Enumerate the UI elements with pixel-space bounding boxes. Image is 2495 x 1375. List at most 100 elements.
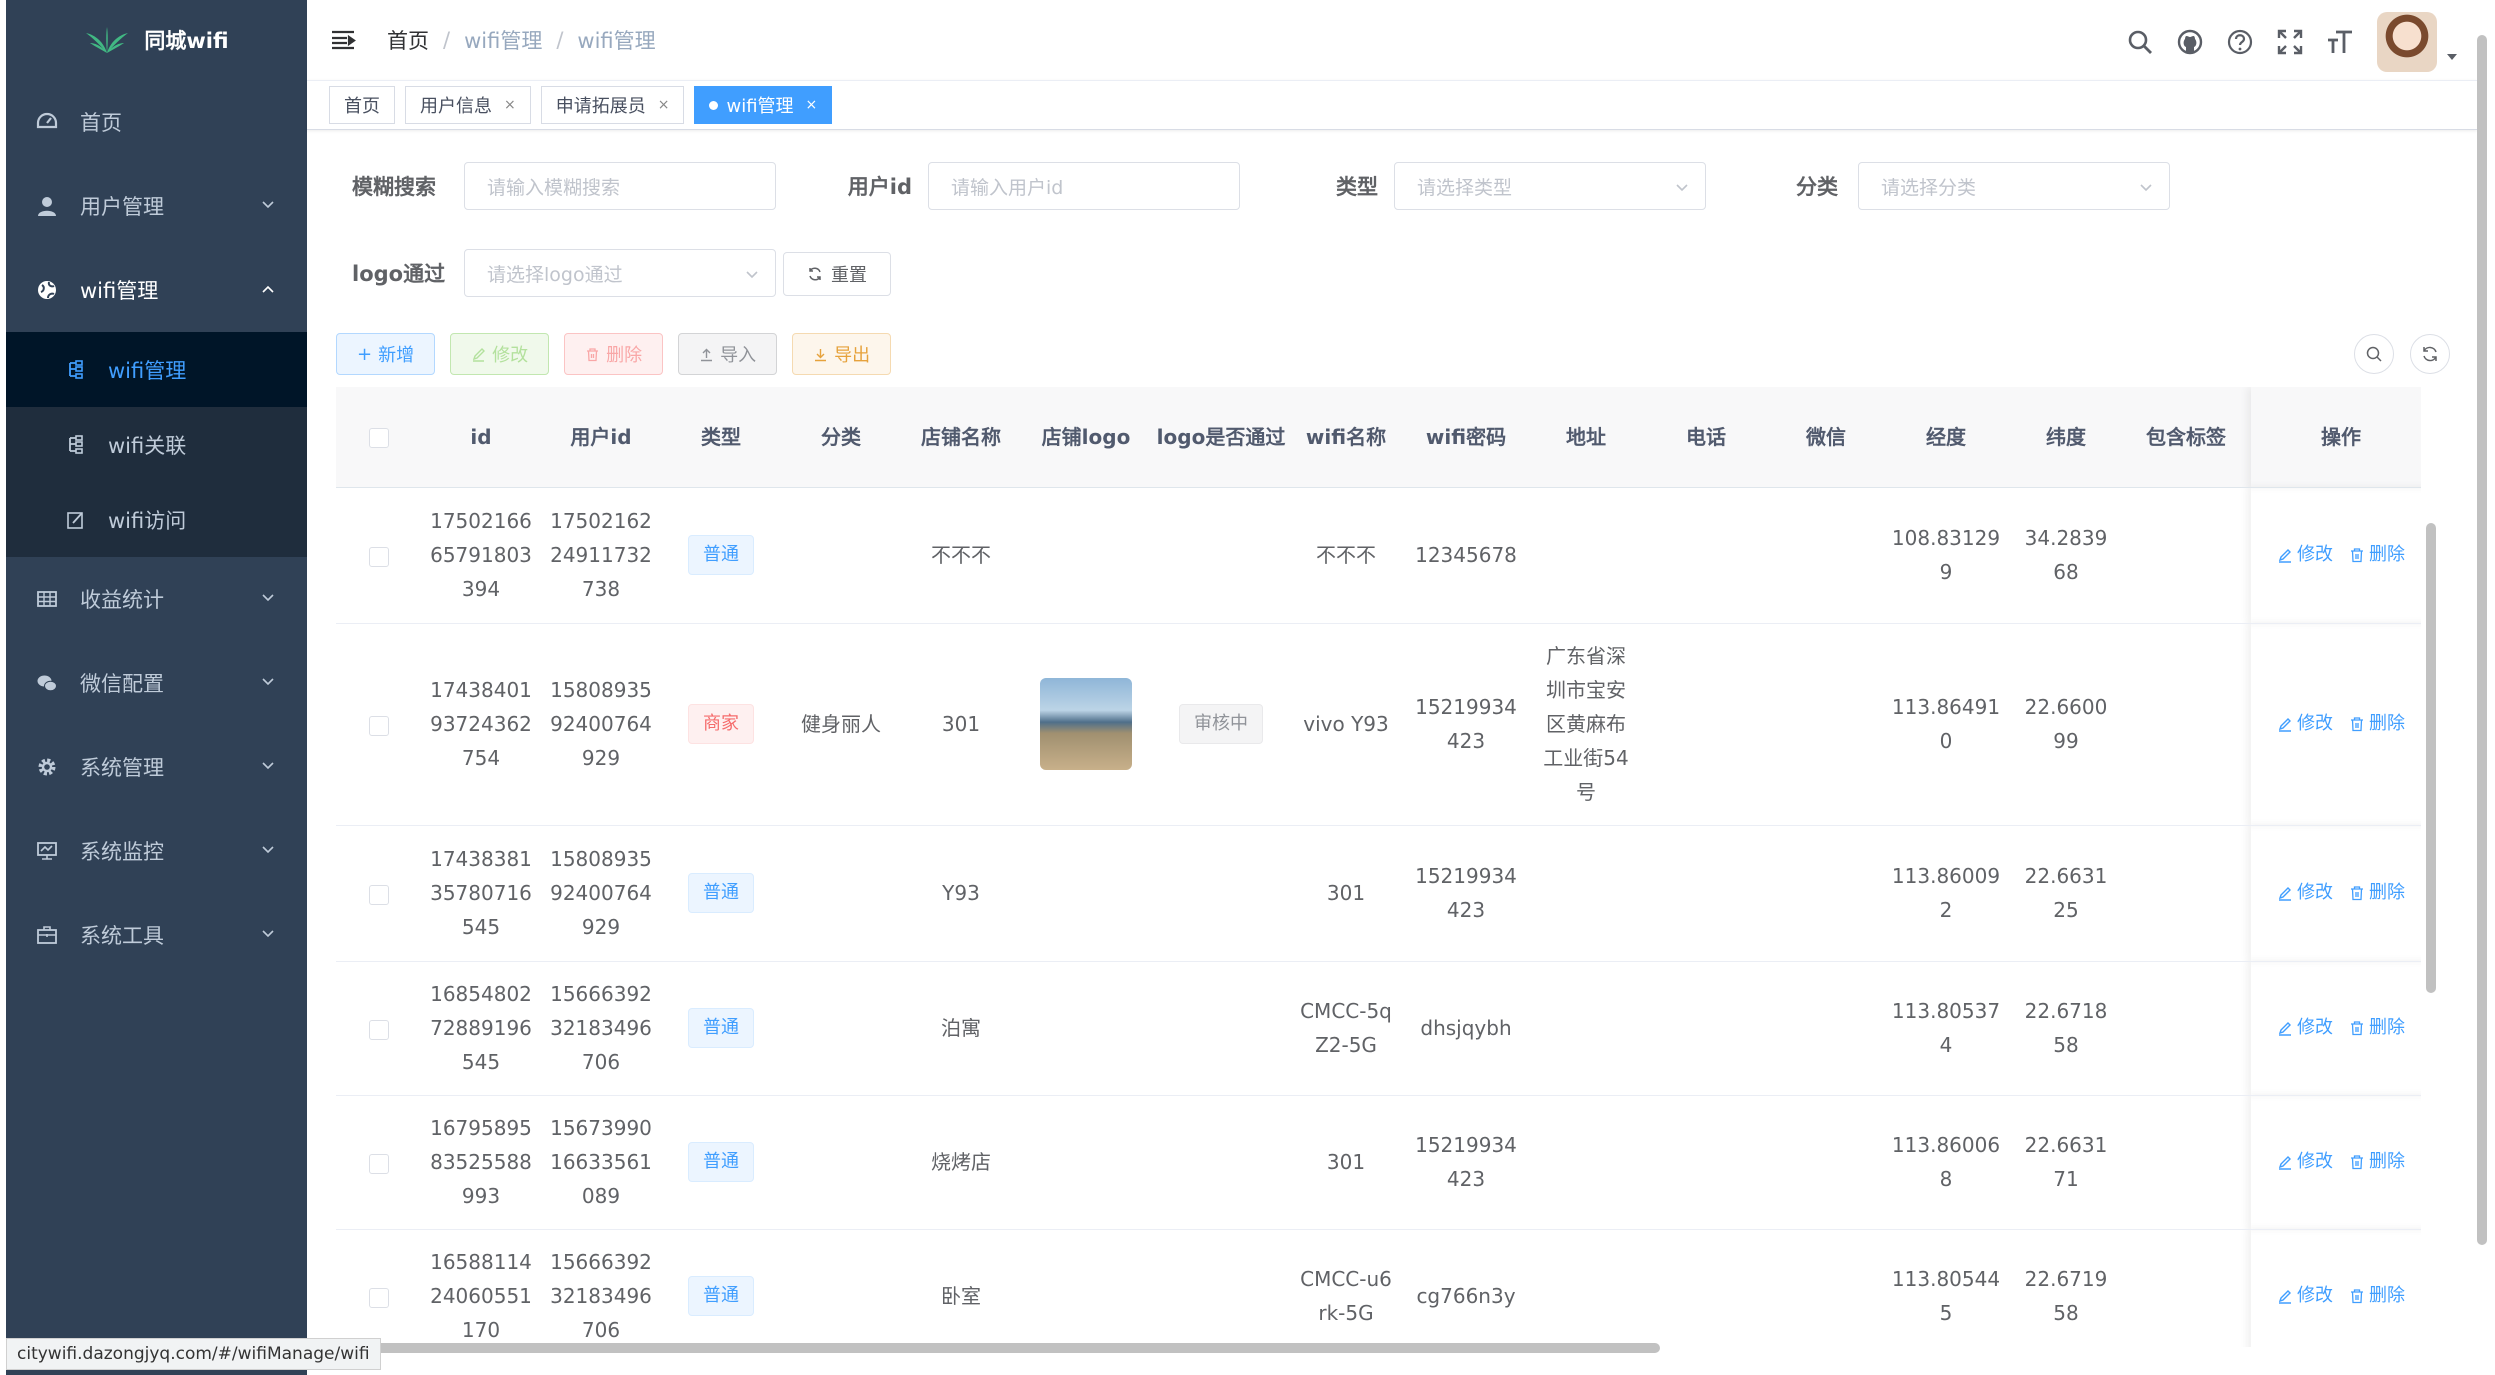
userid-input[interactable]: 请输入用户id [928, 162, 1240, 210]
sidebar-item-home[interactable]: 首页 [6, 80, 307, 164]
sidebar-item-system-monitor[interactable]: 系统监控 [6, 809, 307, 893]
monitor-icon [36, 840, 58, 862]
row-edit-button[interactable]: 修改 [2277, 1011, 2333, 1045]
app-logo[interactable]: 同城wifi [6, 0, 307, 80]
shop-logo-image[interactable] [1040, 678, 1132, 770]
page-scrollbar[interactable] [2477, 35, 2487, 1245]
avatar[interactable] [2377, 12, 2437, 72]
edit-icon [2278, 887, 2291, 901]
delete-label: 删除 [606, 345, 643, 366]
github-icon[interactable] [2175, 27, 2205, 57]
export-button[interactable]: 导出 [792, 333, 892, 375]
row-delete-button[interactable]: 删除 [2349, 876, 2405, 910]
logo-pass-select[interactable]: 请选择logo通过 [464, 249, 776, 297]
row-delete-button[interactable]: 删除 [2349, 1145, 2405, 1179]
cell-userid: 1580893592400764929 [541, 825, 661, 962]
sidebar-subitem-wifi-association[interactable]: wifi关联 [6, 407, 307, 482]
header-select-all[interactable] [336, 387, 421, 488]
toggle-search-button[interactable] [2354, 334, 2394, 374]
reset-button[interactable]: 重置 [783, 252, 891, 296]
sidebar-item-label: 系统工具 [80, 924, 164, 948]
cell-pwd: cg766n3y [1401, 1229, 1531, 1347]
cell-id: 1679589583525588993 [421, 1095, 541, 1230]
import-button[interactable]: 导入 [678, 333, 778, 375]
breadcrumb-separator: / [556, 28, 564, 52]
table-horizontal-scrollbar[interactable] [350, 1340, 2410, 1356]
checkbox[interactable] [368, 428, 389, 449]
tree-icon [66, 434, 86, 455]
close-icon[interactable]: × [806, 97, 818, 113]
fullscreen-icon[interactable] [2275, 27, 2305, 57]
type-select[interactable]: 请选择类型 [1394, 162, 1706, 210]
close-icon[interactable]: × [658, 97, 670, 113]
dashboard-icon [36, 111, 58, 133]
tag-label: 申请拓展员 [555, 96, 646, 117]
row-select[interactable] [336, 1229, 421, 1347]
header-tags: 包含标签 [2121, 387, 2251, 488]
tag-user-info[interactable]: 用户信息 × [405, 86, 531, 124]
checkbox[interactable] [368, 1153, 389, 1174]
sidebar-subitem-label: wifi关联 [108, 433, 187, 458]
category-select[interactable]: 请选择分类 [1858, 162, 2170, 210]
caret-down-icon[interactable] [2447, 52, 2457, 62]
plus-icon: + [357, 343, 373, 365]
cell-addr [1531, 825, 1641, 962]
row-edit-button[interactable]: 修改 [2277, 876, 2333, 910]
cell-phone [1641, 825, 1771, 962]
sidebar-subitem-wifi-management[interactable]: wifi管理 [6, 332, 307, 407]
row-delete-button[interactable]: 删除 [2349, 1011, 2405, 1045]
sidebar-item-system-tools[interactable]: 系统工具 [6, 893, 307, 977]
row-select[interactable] [336, 961, 421, 1096]
cell-shop-logo [1021, 1229, 1151, 1347]
sidebar-item-wechat-config[interactable]: 微信配置 [6, 641, 307, 725]
checkbox[interactable] [368, 546, 389, 567]
type-badge: 普通 [688, 1142, 754, 1182]
sidebar-item-wifi-management[interactable]: wifi管理 [6, 248, 307, 332]
close-icon[interactable]: × [504, 97, 516, 113]
table-row: 1750216665791803394 1750216224911732738 普通… [336, 487, 2421, 624]
delete-button[interactable]: 删除 [564, 333, 664, 375]
chevron-down-icon [746, 271, 758, 279]
row-select[interactable] [336, 1095, 421, 1230]
row-edit-button[interactable]: 修改 [2277, 707, 2333, 741]
breadcrumb-wifi-management[interactable]: wifi管理 [464, 25, 542, 55]
help-icon[interactable] [2225, 27, 2255, 57]
tag-wifi-management[interactable]: wifi管理 × [694, 86, 833, 124]
scrollbar-thumb[interactable] [370, 1343, 1660, 1353]
refresh-table-button[interactable] [2410, 334, 2450, 374]
sidebar-item-system-management[interactable]: 系统管理 [6, 725, 307, 809]
checkbox[interactable] [368, 1019, 389, 1040]
row-delete-button[interactable]: 删除 [2349, 707, 2405, 741]
tag-home[interactable]: 首页 [329, 86, 395, 124]
add-button[interactable]: + 新增 [336, 333, 436, 375]
edit-label: 修改 [2297, 713, 2333, 734]
table-vertical-scrollbar[interactable] [2423, 495, 2437, 1335]
tag-apply-promoter[interactable]: 申请拓展员 × [540, 86, 685, 124]
sidebar-subitem-wifi-access[interactable]: wifi访问 [6, 482, 307, 557]
edit-icon [472, 347, 486, 362]
hamburger-icon[interactable] [329, 26, 357, 54]
sidebar-item-revenue-statistics[interactable]: 收益统计 [6, 557, 307, 641]
row-select[interactable] [336, 487, 421, 624]
search-icon[interactable] [2125, 27, 2155, 57]
font-size-icon[interactable] [2325, 27, 2355, 57]
row-select[interactable] [336, 623, 421, 826]
scrollbar-thumb[interactable] [2426, 523, 2436, 993]
row-edit-button[interactable]: 修改 [2277, 538, 2333, 572]
header-category: 分类 [781, 387, 901, 488]
row-select[interactable] [336, 825, 421, 962]
sidebar-item-user-management[interactable]: 用户管理 [6, 164, 307, 248]
checkbox[interactable] [368, 1287, 389, 1308]
breadcrumb-home[interactable]: 首页 [387, 25, 429, 55]
row-delete-button[interactable]: 删除 [2349, 538, 2405, 572]
checkbox[interactable] [368, 715, 389, 736]
row-delete-button[interactable]: 删除 [2349, 1279, 2405, 1313]
checkbox[interactable] [368, 884, 389, 905]
header-wifi-password: wifi密码 [1401, 387, 1531, 488]
row-edit-button[interactable]: 修改 [2277, 1279, 2333, 1313]
edit-button[interactable]: 修改 [450, 333, 550, 375]
cell-lng: 113.860092 [1881, 825, 2011, 962]
keyword-input[interactable]: 请输入模糊搜索 [464, 162, 776, 210]
chevron-down-icon [262, 930, 274, 938]
row-edit-button[interactable]: 修改 [2277, 1145, 2333, 1179]
